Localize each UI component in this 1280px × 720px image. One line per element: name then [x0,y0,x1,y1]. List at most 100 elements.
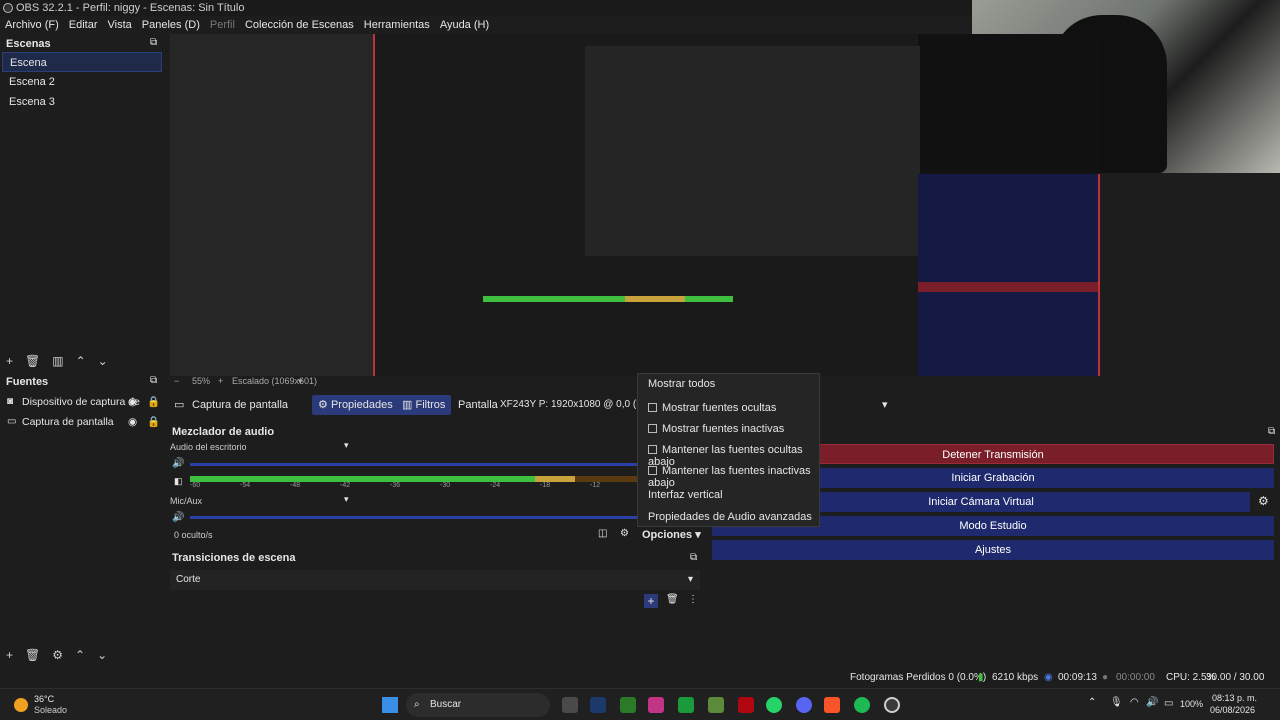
search-placeholder: Buscar [430,699,462,710]
volume-slider[interactable] [190,463,640,466]
checkbox[interactable] [648,466,657,475]
move-down-icon[interactable]: ⌄ [97,648,107,662]
minecraft-icon[interactable] [708,697,724,713]
menu-coleccion[interactable]: Colección de Escenas [240,16,359,34]
trash-icon[interactable]: 🗑 [25,354,40,368]
transition-select[interactable]: Corte ▾ [170,570,700,590]
weather-sun-icon[interactable] [14,698,28,712]
checkbox[interactable] [648,424,657,433]
gear-icon[interactable]: ⚙ [52,648,63,662]
source-item[interactable]: ◙ Dispositivo de captura de ◉ 🔒 [2,392,162,412]
tray-chevron-icon[interactable]: ⌃ [1088,697,1096,708]
battery-icon[interactable]: ▭ [1164,698,1173,709]
move-up-icon[interactable]: ⌃ [76,354,86,368]
menu-item-vertical-layout[interactable]: Interfaz vertical [648,489,723,501]
channel-menu-icon[interactable]: ▾ [344,440,349,451]
zoom-out-icon[interactable]: − [174,376,179,386]
add-transition-button[interactable]: + [644,594,658,608]
preview-canvas[interactable] [170,34,1100,376]
channel-menu-icon[interactable]: ▾ [344,494,349,505]
menu-vista[interactable]: Vista [103,16,137,34]
menu-item-show-hidden[interactable]: Mostrar fuentes ocultas [648,402,776,414]
add-icon[interactable]: + [6,354,13,368]
scene-item[interactable]: Escena 3 [2,92,162,112]
scale-dropdown-icon[interactable]: ▾ [298,376,303,387]
clock-time[interactable]: 08:13 p. m. [1212,693,1257,703]
undock-icon[interactable]: ⧉ [150,375,157,386]
steam-icon[interactable] [590,697,606,713]
undock-icon[interactable]: ⧉ [1268,426,1275,437]
gear-icon[interactable]: ⚙ [620,528,629,539]
brave-icon[interactable] [824,697,840,713]
menu-archivo[interactable]: Archivo (F) [0,16,64,34]
undock-icon[interactable]: ⧉ [690,552,697,563]
menu-item-advanced-audio[interactable]: Propiedades de Audio avanzadas [648,511,812,523]
settings-button[interactable]: Ajustes [712,540,1274,560]
virtual-camera-gear-icon[interactable]: ⚙ [1258,494,1269,508]
visibility-eye-icon[interactable]: ◉ [128,392,137,412]
volume-icon[interactable]: 🔊 [1146,697,1158,708]
gear-icon: ⚙ [318,399,328,411]
move-down-icon[interactable]: ⌄ [98,354,108,368]
trash-icon[interactable]: 🗑 [666,594,679,605]
properties-button[interactable]: ⚙ Propiedades [312,395,399,415]
chevron-down-icon[interactable]: ▾ [882,394,888,416]
more-icon[interactable]: ⋮ [688,594,698,605]
move-up-icon[interactable]: ⌃ [75,648,85,662]
instagram-icon[interactable] [648,697,664,713]
display-label: Pantalla [458,399,498,411]
rec-time: 00:00:00 [1116,672,1155,683]
scale-label: Escalado (1069x601) [232,376,318,386]
scene-item[interactable]: Escena 2 [2,72,162,92]
checkbox[interactable] [648,403,657,412]
undock-icon[interactable]: ⧉ [150,37,157,48]
volume-slider[interactable] [190,516,640,519]
weather-desc: Soleado [34,705,68,715]
weather-temp[interactable]: 36°C [34,694,54,704]
monitor-icon[interactable]: ◧ [174,476,183,487]
netflix-icon[interactable] [738,697,754,713]
add-icon[interactable]: + [6,648,13,662]
filter-icon[interactable]: ▥ [52,354,63,368]
mixer-title: Mezclador de audio [172,426,275,438]
menu-perfil[interactable]: Perfil [205,16,240,34]
trash-icon[interactable]: 🗑 [25,648,40,662]
menu-item-show-inactive[interactable]: Mostrar fuentes inactivas [648,423,784,435]
volume-icon[interactable]: 🔊 [172,458,184,469]
lock-icon[interactable]: 🔒 [147,412,160,432]
options-label: Opciones [642,529,693,541]
whatsapp-icon[interactable] [766,697,782,713]
options-button[interactable]: Opciones ▾ [642,528,701,541]
clock-date[interactable]: 06/08/2026 [1210,705,1255,715]
menu-bar: Archivo (F) Editar Vista Paneles (D) Per… [0,16,972,34]
menu-editar[interactable]: Editar [64,16,103,34]
file-explorer-icon[interactable] [562,697,578,713]
obs-icon[interactable] [884,697,900,713]
menu-item-show-all[interactable]: Mostrar todos [648,378,715,390]
scene-item[interactable]: Escena [2,52,162,72]
spotify-icon[interactable] [854,697,870,713]
camera-icon: ◙ [7,396,14,407]
windows-start-icon[interactable] [382,697,398,713]
taskbar-search[interactable]: ⌕ Buscar [406,693,550,717]
source-item[interactable]: ▭ Captura de pantalla ◉ 🔒 [2,412,162,432]
discord-icon[interactable] [796,697,812,713]
menu-herramientas[interactable]: Herramientas [359,16,435,34]
checkbox[interactable] [648,445,657,454]
app-green-icon[interactable] [678,697,694,713]
layout-icon[interactable]: ◫ [598,528,607,539]
status-bar: Fotogramas Perdidos 0 (0.0%) ▮ 6210 kbps… [840,670,1280,699]
filters-button[interactable]: ▥ Filtros [396,395,452,415]
menu-ayuda[interactable]: Ayuda (H) [435,16,494,34]
wifi-icon[interactable]: ◠ [1130,697,1139,708]
menu-paneles[interactable]: Paneles (D) [137,16,205,34]
chevron-down-icon: ▾ [688,574,694,585]
mic-icon[interactable]: 🎙 [1110,697,1123,708]
zoom-in-icon[interactable]: + [218,376,223,386]
xbox-icon[interactable] [620,697,636,713]
transition-value: Corte [176,574,201,585]
volume-icon[interactable]: 🔊 [172,512,184,523]
lock-icon[interactable]: 🔒 [147,392,160,412]
visibility-eye-icon[interactable]: ◉ [128,412,137,432]
menu-item-keep-inactive-bottom[interactable]: Mantener las fuentes inactivas abajo [648,465,819,489]
